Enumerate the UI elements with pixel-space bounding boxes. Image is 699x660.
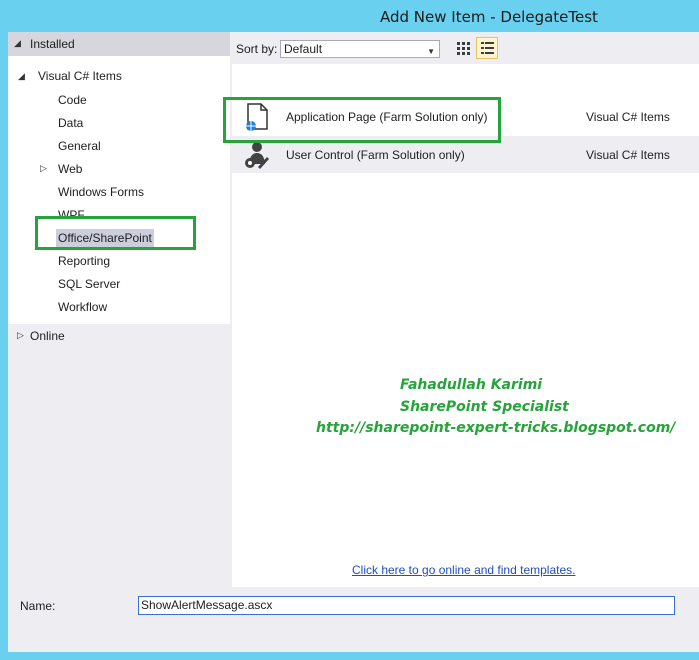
sort-by-dropdown[interactable]: Default ▼ [280,40,440,58]
expand-arrow-icon[interactable]: ▷ [17,330,24,341]
installed-header[interactable]: ◢ Installed [8,32,230,56]
sort-by-label: Sort by: [236,42,278,56]
name-field-value: ShowAlertMessage.ascx [141,598,273,612]
annotation-box-user-control [223,97,501,143]
watermark-url: http://sharepoint-expert-tricks.blogspot… [316,420,676,436]
title-bar[interactable]: Add New Item - DelegateTest [0,0,699,32]
add-new-item-dialog: Add New Item - DelegateTest ◢ Installed … [0,0,699,660]
medium-icons-view-button[interactable] [452,37,474,59]
tree-item-sql-server[interactable]: SQL Server [58,277,120,291]
online-header[interactable]: ▷ Online [8,324,230,348]
template-language: Visual C# Items [586,148,670,162]
installed-label: Installed [30,37,75,51]
tree-item-general[interactable]: General [58,139,101,153]
name-label: Name: [20,599,56,613]
dialog-client-area: ◢ Installed ◢ Visual C# Items Code Data … [8,32,699,652]
template-language: Visual C# Items [586,110,670,124]
tree-item-code[interactable]: Code [58,93,87,107]
sort-by-value: Default [284,42,323,56]
sort-toolbar: Sort by: Default ▼ [230,32,699,64]
expand-arrow-icon[interactable]: ▷ [40,163,47,174]
small-icons-view-button[interactable] [476,37,498,59]
online-label: Online [30,329,65,343]
name-field[interactable]: ShowAlertMessage.ascx [138,596,675,615]
tree-item-reporting[interactable]: Reporting [58,254,110,268]
user-control-icon [244,140,270,170]
tree-item-windows-forms[interactable]: Windows Forms [58,185,144,199]
template-category-pane: ◢ Installed ◢ Visual C# Items Code Data … [8,32,230,587]
tree-item-visual-csharp-items[interactable]: Visual C# Items [38,69,122,83]
template-name: User Control (Farm Solution only) [286,148,465,162]
name-panel: Name: ShowAlertMessage.ascx [8,587,699,652]
watermark-title: SharePoint Specialist [400,399,569,415]
collapse-arrow-icon[interactable]: ◢ [18,71,25,82]
dropdown-arrow-icon: ▼ [427,47,435,56]
list-view-icon [481,42,494,54]
find-templates-online-link[interactable]: Click here to go online and find templat… [352,563,575,577]
tree-item-workflow[interactable]: Workflow [58,300,107,314]
grid-view-icon [457,42,470,55]
watermark-author: Fahadullah Karimi [400,377,543,393]
annotation-box-office-sharepoint [35,216,196,250]
collapse-arrow-icon[interactable]: ◢ [14,38,21,49]
category-tree: ◢ Visual C# Items Code Data General ▷ We… [8,56,230,324]
tree-item-data[interactable]: Data [58,116,83,130]
window-title: Add New Item - DelegateTest [380,8,598,26]
tree-item-web[interactable]: Web [58,162,82,176]
